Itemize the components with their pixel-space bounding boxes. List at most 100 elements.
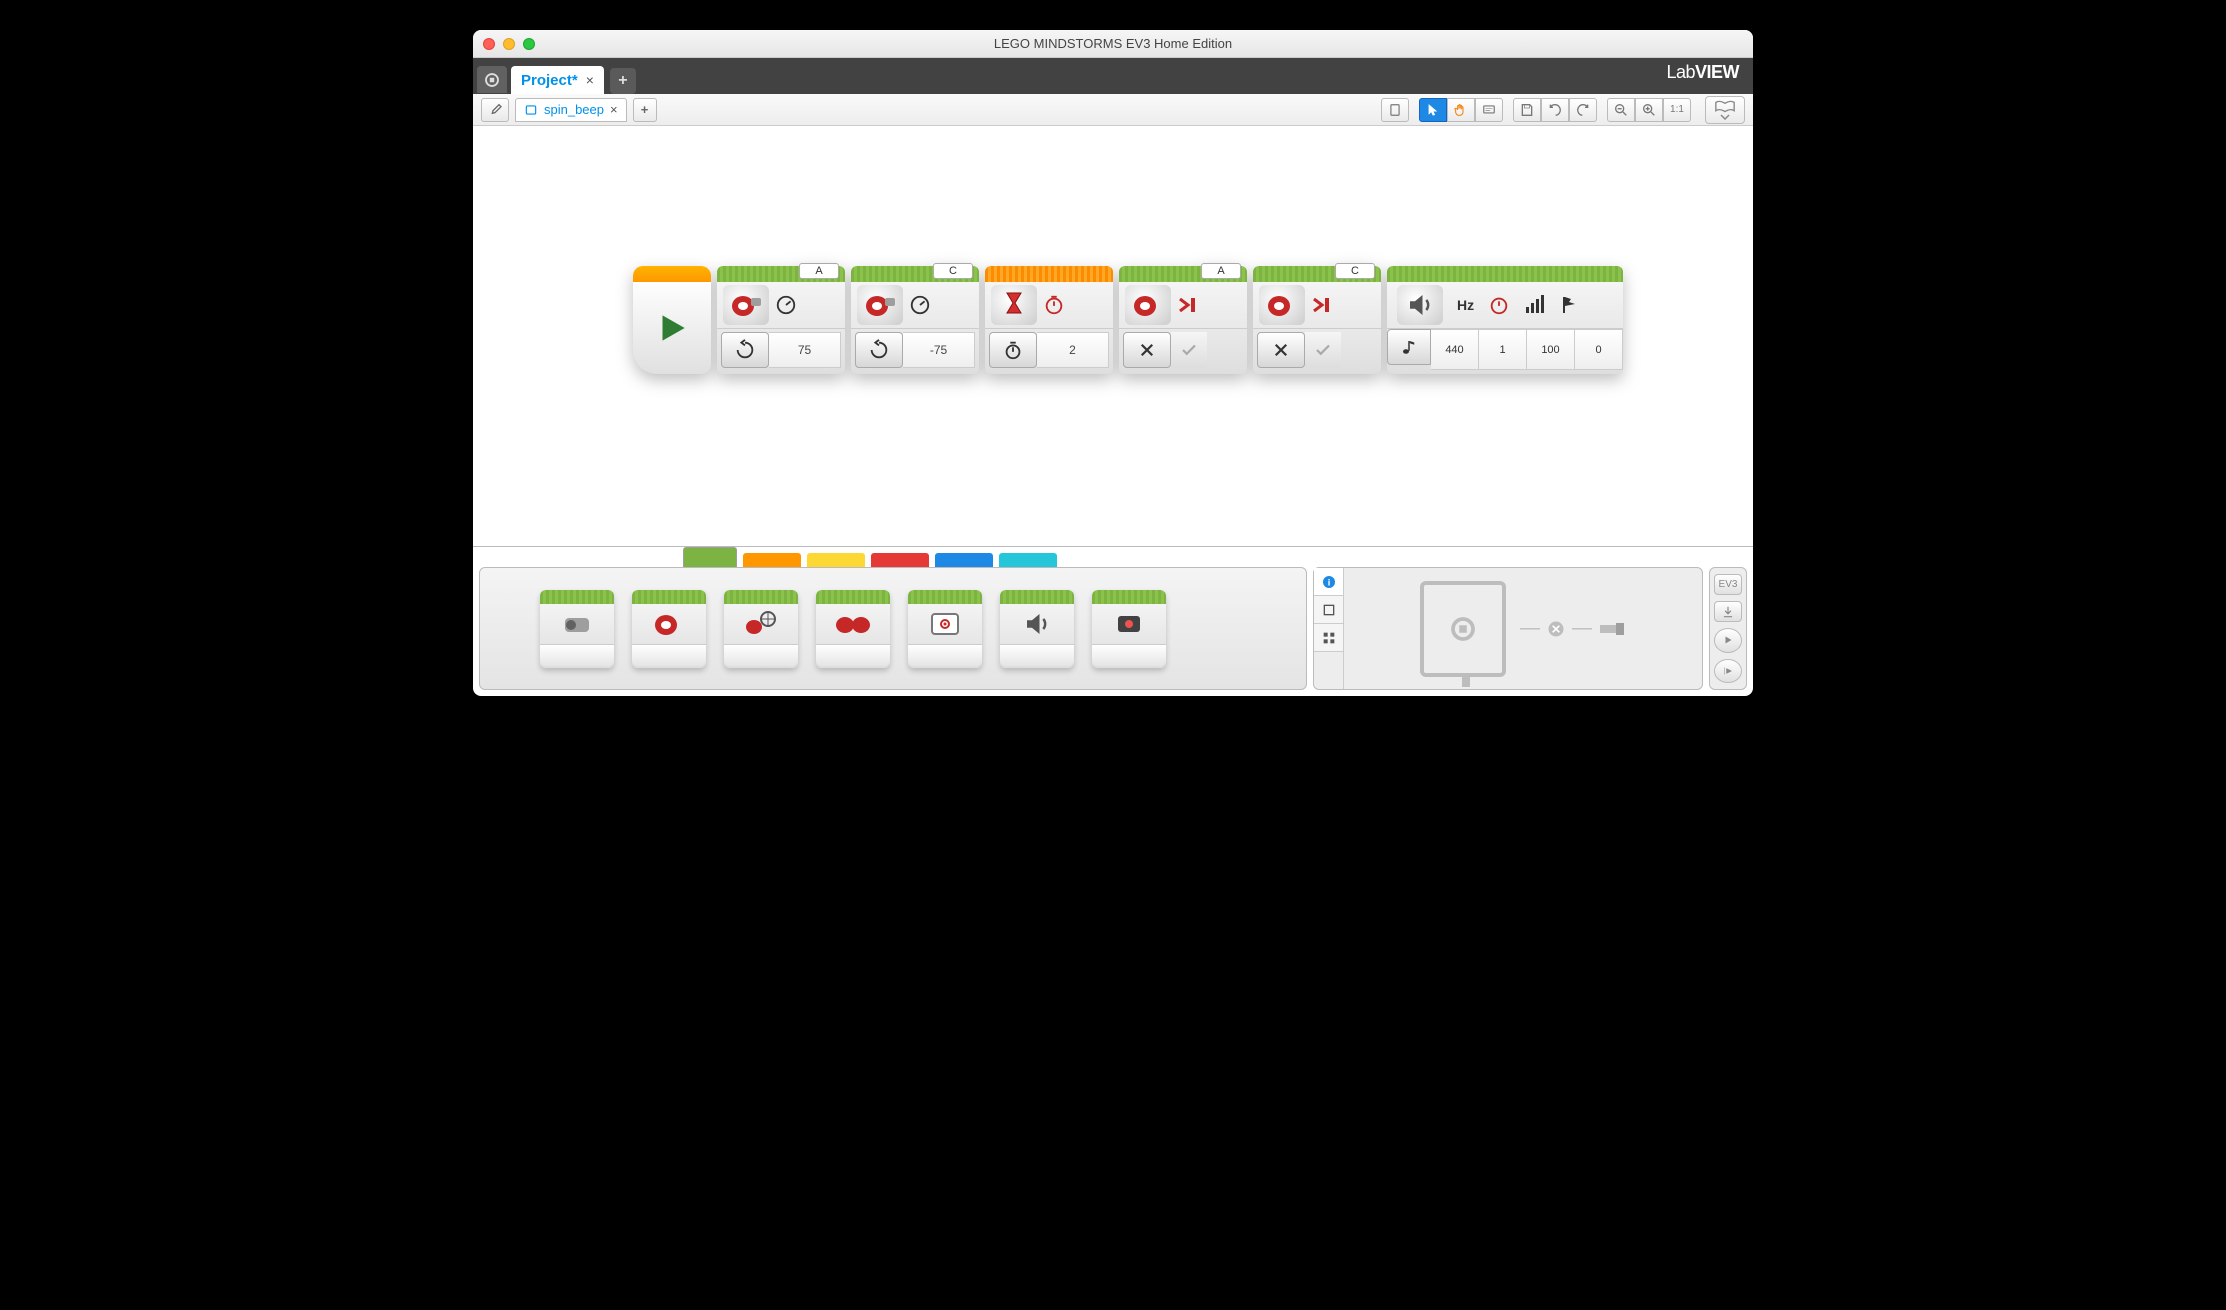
play-bracket-icon <box>1721 665 1735 677</box>
palette-tab-flow[interactable] <box>743 553 801 567</box>
palette-display[interactable] <box>908 590 982 668</box>
program-icon <box>524 103 538 117</box>
port-label[interactable]: C <box>1335 263 1375 279</box>
palette-large-motor[interactable] <box>632 590 706 668</box>
mode-off-button[interactable] <box>1257 332 1305 368</box>
hardware-page: i — — <box>1313 567 1703 690</box>
programming-canvas[interactable]: A 75 C <box>473 126 1753 546</box>
lobby-button[interactable] <box>477 66 507 94</box>
svg-text:i: i <box>1327 577 1330 587</box>
labview-brand: LabVIEW <box>1666 62 1739 83</box>
palette-area <box>473 547 1313 696</box>
port-label[interactable]: A <box>799 263 839 279</box>
palette-tab-advanced[interactable] <box>935 553 993 567</box>
play-icon <box>1722 634 1734 646</box>
close-program-icon[interactable]: × <box>610 102 618 117</box>
mode-tone-button[interactable] <box>1387 329 1431 365</box>
power-value[interactable]: 75 <box>769 332 841 368</box>
mode-on-button[interactable] <box>721 332 769 368</box>
large-motor-icon <box>857 285 903 325</box>
play-icon <box>653 309 691 347</box>
pan-tool-button[interactable] <box>1447 98 1475 122</box>
brick-graphic <box>1420 581 1506 677</box>
program-toolbar: spin_beep × + <box>473 94 1753 126</box>
palette-tab-myblocks[interactable] <box>999 553 1057 567</box>
hw-tab-info[interactable]: i <box>1314 568 1343 596</box>
mode-off-button[interactable] <box>1123 332 1171 368</box>
hourglass-icon <box>991 285 1037 325</box>
note-icon <box>1400 338 1418 356</box>
port-label[interactable]: C <box>933 263 973 279</box>
zoom-tool-group: 1:1 <box>1607 98 1691 122</box>
info-icon: i <box>1321 574 1337 590</box>
palette-tab-data[interactable] <box>871 553 929 567</box>
palette-move-tank[interactable] <box>816 590 890 668</box>
palette-sound[interactable] <box>1000 590 1074 668</box>
mode-time-button[interactable] <box>989 332 1037 368</box>
zoom-out-button[interactable] <box>1607 98 1635 122</box>
large-motor-block-c-on[interactable]: C -75 <box>851 266 979 374</box>
brake-check[interactable] <box>1305 332 1341 368</box>
chevron-down-icon <box>1720 114 1730 120</box>
loop-icon <box>868 339 890 361</box>
start-block[interactable] <box>633 266 711 374</box>
check-icon <box>1314 341 1332 359</box>
download-button[interactable] <box>1714 601 1742 622</box>
volume-icon <box>1524 295 1546 315</box>
duration-value[interactable]: 1 <box>1479 329 1527 370</box>
wait-block[interactable]: 2 <box>985 266 1113 374</box>
palette-move-steering[interactable] <box>724 590 798 668</box>
clock-icon <box>1041 292 1067 318</box>
x-icon <box>1138 341 1156 359</box>
large-motor-icon <box>1125 285 1171 325</box>
select-tool-button[interactable] <box>1419 98 1447 122</box>
play-type-value[interactable]: 0 <box>1575 329 1623 370</box>
run-button[interactable] <box>1714 628 1742 652</box>
save-button[interactable] <box>1513 98 1541 122</box>
palette-medium-motor[interactable] <box>540 590 614 668</box>
clock-icon <box>1488 294 1510 316</box>
frequency-value[interactable]: 440 <box>1431 329 1479 370</box>
large-motor-block-c-off[interactable]: C <box>1253 266 1381 374</box>
program-tab[interactable]: spin_beep × <box>515 98 627 122</box>
port-label[interactable]: A <box>1201 263 1241 279</box>
project-tab[interactable]: Project* × <box>511 66 604 94</box>
titlebar: LEGO MINDSTORMS EV3 Home Edition <box>473 30 1753 58</box>
redo-button[interactable] <box>1569 98 1597 122</box>
stop-icon <box>1309 292 1335 318</box>
check-icon <box>1180 341 1198 359</box>
mode-on-button[interactable] <box>855 332 903 368</box>
app-window: LEGO MINDSTORMS EV3 Home Edition Project… <box>473 30 1753 696</box>
palette-tab-sensor[interactable] <box>807 553 865 567</box>
large-motor-block-a-on[interactable]: A 75 <box>717 266 845 374</box>
undo-button[interactable] <box>1541 98 1569 122</box>
palette-tab-action[interactable] <box>683 547 737 567</box>
download-icon <box>1721 605 1735 619</box>
close-project-icon[interactable]: × <box>586 72 594 88</box>
ev3-label: EV3 <box>1714 574 1742 595</box>
project-properties-button[interactable] <box>481 98 509 122</box>
run-controls: EV3 <box>1709 567 1747 690</box>
volume-value[interactable]: 100 <box>1527 329 1575 370</box>
add-program-button[interactable]: + <box>633 98 657 122</box>
add-project-button[interactable]: + <box>610 68 636 94</box>
hw-tab-ports[interactable] <box>1314 596 1343 624</box>
hw-tab-available[interactable] <box>1314 624 1343 652</box>
seconds-value[interactable]: 2 <box>1037 332 1109 368</box>
stop-icon <box>1175 292 1201 318</box>
zoom-in-button[interactable] <box>1635 98 1663 122</box>
power-value[interactable]: -75 <box>903 332 975 368</box>
large-motor-block-a-off[interactable]: A <box>1119 266 1247 374</box>
comment-tool-button[interactable] <box>1475 98 1503 122</box>
sound-block[interactable]: Hz 440 1 100 0 <box>1387 266 1623 374</box>
loop-icon <box>734 339 756 361</box>
content-editor-button[interactable] <box>1705 96 1745 124</box>
zoom-reset-button[interactable]: 1:1 <box>1663 98 1691 122</box>
project-tab-label: Project* <box>521 72 578 89</box>
brake-check[interactable] <box>1171 332 1207 368</box>
bottom-panel: i — — EV3 <box>473 546 1753 696</box>
run-selected-button[interactable] <box>1714 659 1742 683</box>
brick-icon <box>1321 602 1337 618</box>
palette-brick-status-light[interactable] <box>1092 590 1166 668</box>
document-button[interactable] <box>1381 98 1409 122</box>
